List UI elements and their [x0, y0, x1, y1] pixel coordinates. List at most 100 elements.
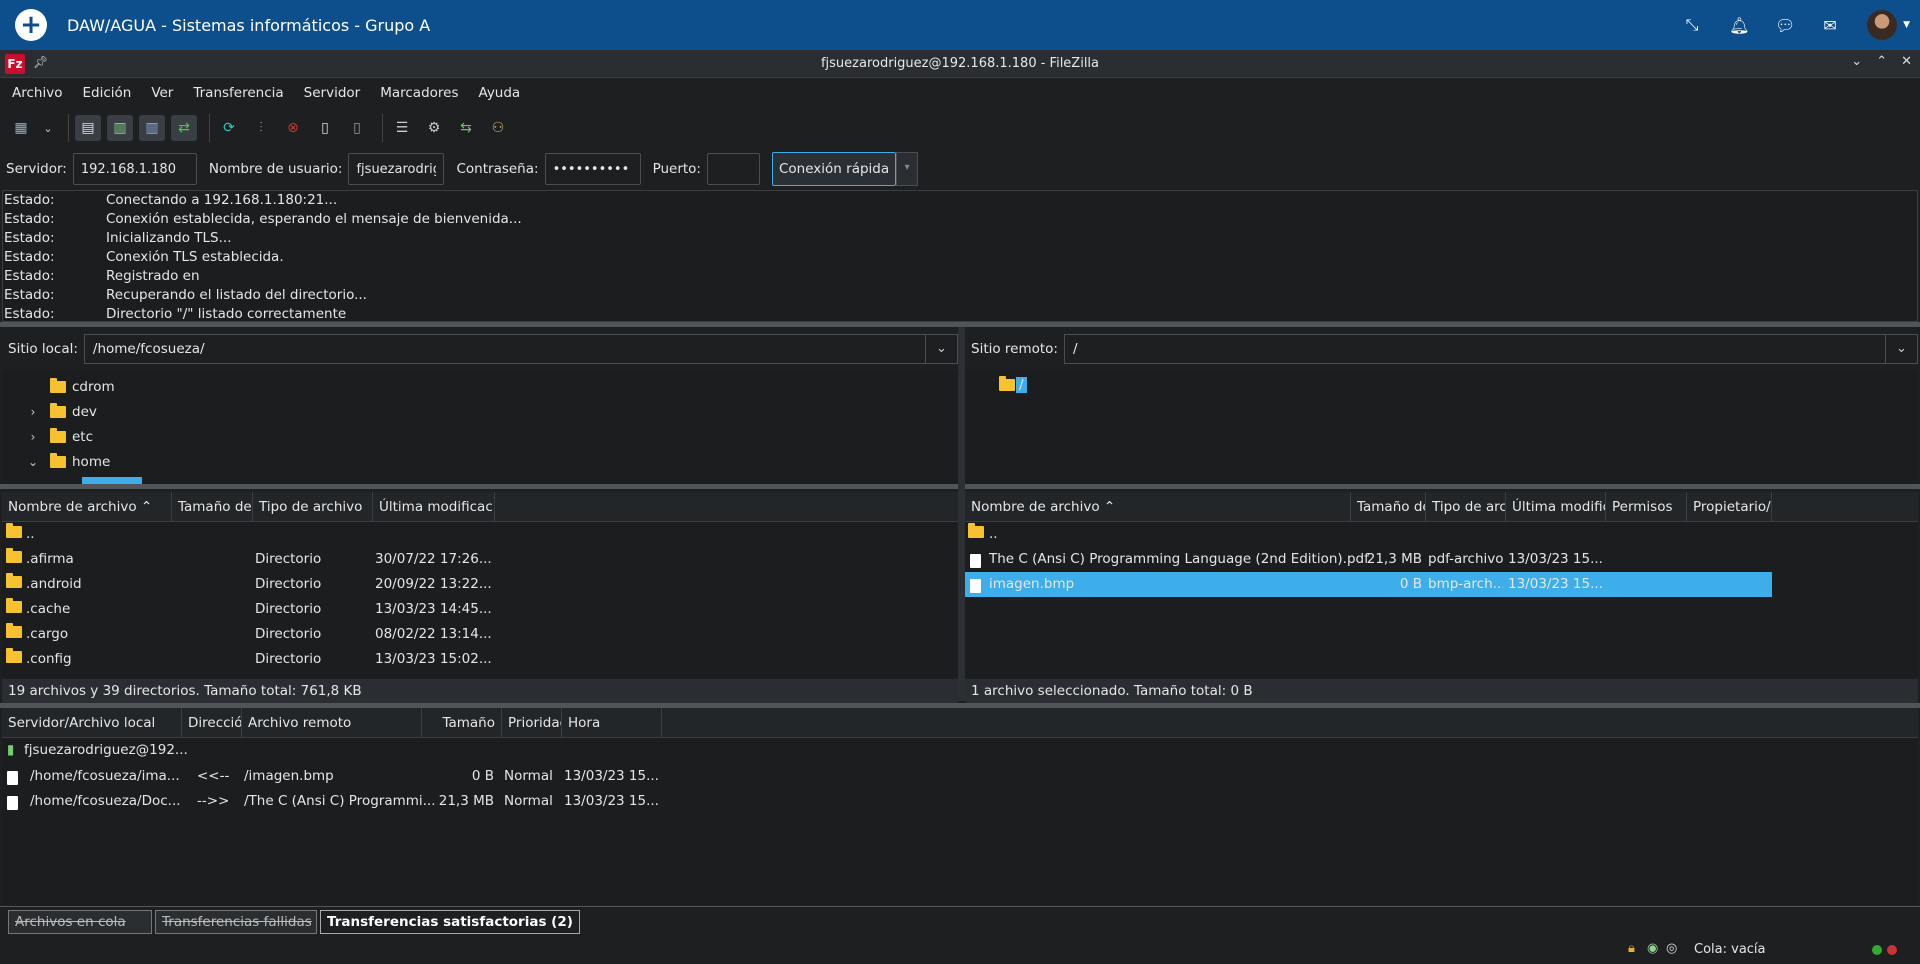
menu-transferencia[interactable]: Transferencia [193, 85, 283, 101]
filter-status-icon[interactable]: ◎ [1666, 941, 1677, 956]
column-header-name[interactable]: Nombre de archivo ⌃ [965, 492, 1351, 522]
selected-tree-item[interactable] [82, 477, 142, 484]
column-header-modified[interactable]: Última modificación [373, 492, 495, 522]
chevron-down-icon[interactable]: ⌄ [40, 115, 56, 141]
folder-icon [6, 548, 22, 563]
menu-archivo[interactable]: Archivo [12, 85, 62, 101]
remote-tree[interactable]: / [965, 370, 1918, 484]
server-input[interactable] [72, 153, 197, 185]
avatar[interactable] [1867, 10, 1898, 40]
password-input[interactable] [544, 153, 641, 185]
quickconnect-button[interactable]: Conexión rápida [771, 152, 897, 186]
tree-item-dev[interactable]: › dev [26, 401, 97, 423]
queue-row[interactable]: /home/fcosueza/ima... <<--/imagen.bmp 0 BN… [2, 764, 1918, 789]
sync-browse-icon[interactable]: ⇆ [453, 115, 479, 141]
tree-item-root[interactable]: / [999, 374, 1027, 396]
column-header-time[interactable]: Hora [562, 708, 662, 738]
list-item[interactable]: .afirma Directorio 30/07/22 17:26... [2, 547, 958, 572]
chevron-right-icon[interactable]: › [26, 405, 40, 419]
tree-item-etc[interactable]: › etc [26, 426, 93, 448]
message-log[interactable]: Estado: Conectando a 192.168.1.180:21... … [2, 190, 1918, 322]
tab-successful-transfers[interactable]: Transferencias satisfactorias (2) [320, 910, 580, 934]
column-header-size[interactable]: Tamaño de a [172, 492, 253, 522]
remote-path-input[interactable]: / ⌄ [1064, 334, 1918, 364]
site-manager-icon[interactable]: ▦ [8, 115, 34, 141]
column-header-server-local[interactable]: Servidor/Archivo local [2, 708, 182, 738]
column-header-priority[interactable]: Prioridad [502, 708, 562, 738]
menu-ver[interactable]: Ver [151, 85, 173, 101]
chevron-down-icon[interactable]: ⌄ [1885, 335, 1917, 363]
toggle-log-icon[interactable]: ▤ [75, 115, 101, 141]
column-header-name[interactable]: Nombre de archivo ⌃ [2, 492, 172, 522]
toggle-remote-tree-icon[interactable]: ▥ [139, 115, 165, 141]
reconnect-icon[interactable]: ▯ [344, 115, 370, 141]
splitter[interactable] [958, 327, 965, 701]
filter-icon[interactable]: ⚙ [421, 115, 447, 141]
minimize-icon[interactable]: ⌄ [1851, 54, 1862, 69]
tab-queued-files[interactable]: Archivos en cola [8, 910, 152, 934]
column-header-modified[interactable]: Última modifica [1506, 492, 1606, 522]
local-tree[interactable]: cdrom › dev › etc ⌄ home [2, 370, 958, 484]
local-file-list[interactable]: Nombre de archivo ⌃ Tamaño de a Tipo de … [2, 492, 958, 677]
chevron-down-icon[interactable]: ▼ [1903, 20, 1910, 30]
list-item[interactable]: imagen.bmp 0 Bbmp-arch... 13/03/23 15... [965, 572, 1772, 597]
receive-led-icon [1872, 945, 1882, 955]
log-row: Estado: Conectando a 192.168.1.180:21... [4, 192, 338, 208]
column-header-size[interactable]: Tamaño [422, 708, 502, 738]
lock-icon: 🔒︎ [1628, 941, 1635, 956]
compress-icon[interactable]: ⤡ [1683, 15, 1701, 35]
chevron-down-icon[interactable]: ⌄ [26, 455, 40, 469]
chevron-down-icon[interactable]: ⌄ [925, 335, 957, 363]
column-header-type[interactable]: Tipo de arch [1426, 492, 1506, 522]
search-icon[interactable]: ⚇ [485, 115, 511, 141]
mail-icon[interactable]: ✉ [1821, 16, 1839, 35]
toggle-queue-icon[interactable]: ⇄ [171, 115, 197, 141]
list-item[interactable]: The C (Ansi C) Programming Language (2nd… [965, 547, 1918, 572]
speed-limit-icon[interactable]: ◉ [1647, 941, 1658, 956]
chevron-right-icon[interactable]: › [26, 430, 40, 444]
chat-icon[interactable]: 💬︎ [1775, 16, 1795, 35]
menu-marcadores[interactable]: Marcadores [380, 85, 458, 101]
user-label: Nombre de usuario: [208, 161, 343, 177]
refresh-icon[interactable]: ⟳ [216, 115, 242, 141]
queue-row[interactable]: /home/fcosueza/Doc... -->>/The C (Ansi C)… [2, 789, 1918, 814]
menu-servidor[interactable]: Servidor [304, 85, 361, 101]
add-icon[interactable]: + [15, 9, 47, 41]
queue-server-row[interactable]: ▮ fjsuezarodriguez@192... [2, 738, 1918, 763]
username-input[interactable] [348, 153, 445, 185]
list-item[interactable]: .cargo Directorio 08/02/22 13:14... [2, 622, 958, 647]
close-icon[interactable]: ✕ [1901, 54, 1912, 69]
list-item[interactable]: .. [965, 522, 1918, 547]
tree-item-cdrom[interactable]: cdrom [50, 376, 115, 398]
local-path-input[interactable]: /home/fcosueza/⌄ [83, 334, 958, 364]
list-item[interactable]: .. [2, 522, 958, 547]
disconnect-icon[interactable]: ▯ [312, 115, 338, 141]
maximize-icon[interactable]: ⌃ [1876, 54, 1887, 69]
tab-failed-transfers[interactable]: Transferencias fallidas [155, 910, 317, 934]
column-header-permissions[interactable]: Permisos [1606, 492, 1687, 522]
server-icon: ▮ [7, 742, 15, 758]
toolbar: ▦ ⌄ ▤ ▥ ▥ ⇄ ⟳ ⫶ ⊗ ▯ ▯ ☰ ⚙ ⇆ ⚇ [0, 110, 1920, 146]
cancel-icon[interactable]: ⊗ [280, 115, 306, 141]
chevron-down-icon[interactable]: ▾ [896, 152, 919, 186]
app-title: DAW/AGUA - Sistemas informáticos - Grupo… [67, 15, 431, 35]
directory-listing-icon[interactable]: ☰ [389, 115, 415, 141]
transfer-queue[interactable]: Servidor/Archivo local Dirección Archivo… [2, 708, 1918, 905]
remote-site-label: Sitio remoto: [971, 341, 1058, 357]
list-item[interactable]: .android Directorio 20/09/22 13:22... [2, 572, 958, 597]
port-input[interactable] [706, 153, 760, 185]
column-header-direction[interactable]: Dirección [182, 708, 242, 738]
tree-item-home[interactable]: ⌄ home [26, 451, 110, 473]
menu-ayuda[interactable]: Ayuda [479, 85, 521, 101]
column-header-owner[interactable]: Propietario/G [1687, 492, 1772, 522]
list-item[interactable]: .cache Directorio 13/03/23 14:45... [2, 597, 958, 622]
process-queue-icon[interactable]: ⫶ [248, 115, 274, 141]
column-header-size[interactable]: Tamaño de [1351, 492, 1426, 522]
bell-icon[interactable]: 🔔︎ [1729, 16, 1749, 35]
list-item[interactable]: .config Directorio 13/03/23 15:02... [2, 647, 958, 672]
toggle-local-tree-icon[interactable]: ▥ [107, 115, 133, 141]
column-header-remote[interactable]: Archivo remoto [242, 708, 422, 738]
remote-file-list[interactable]: Nombre de archivo ⌃ Tamaño de Tipo de ar… [965, 492, 1918, 677]
column-header-type[interactable]: Tipo de archivo [253, 492, 373, 522]
menu-edicion[interactable]: Edición [82, 85, 131, 101]
